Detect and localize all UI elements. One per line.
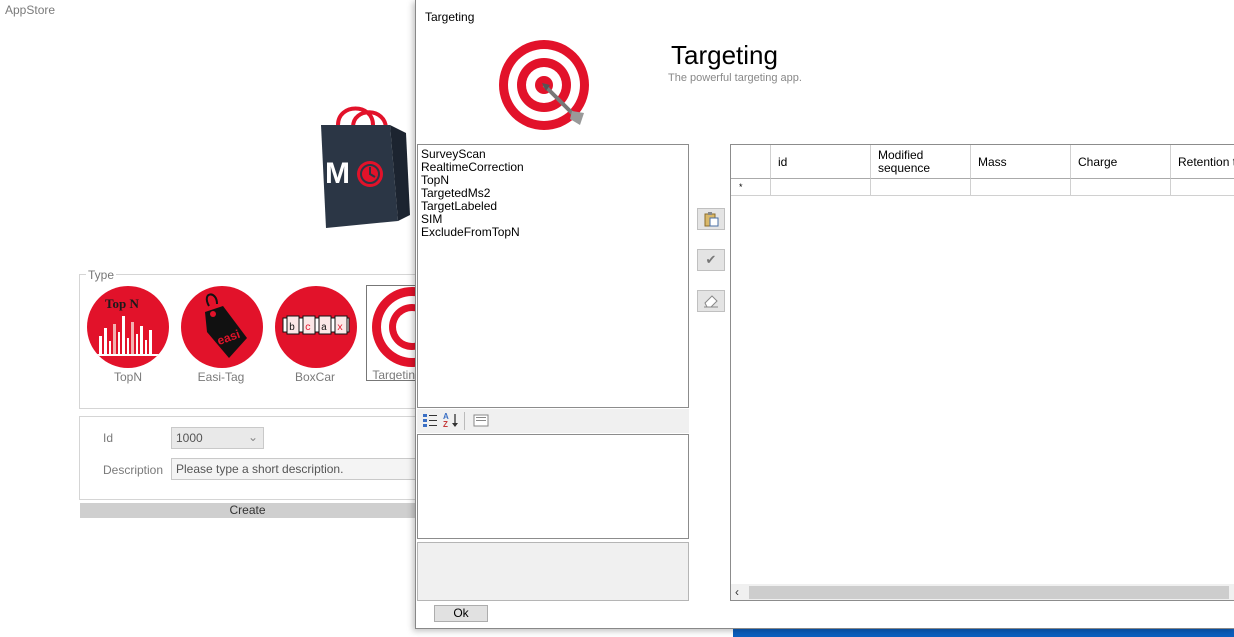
grid-cell[interactable] (871, 179, 971, 196)
svg-text:a: a (321, 323, 327, 334)
column-header[interactable]: id (771, 145, 871, 179)
column-header[interactable]: Retention time (1171, 145, 1234, 179)
ok-button[interactable]: Ok (434, 605, 488, 622)
list-item[interactable]: TargetLabeled (418, 200, 688, 213)
property-toolbar: AZ (417, 409, 689, 433)
id-combobox[interactable]: 1000 ⌄ (171, 427, 264, 449)
grid-cell[interactable] (1071, 179, 1171, 196)
tag-icon: easi (205, 293, 247, 358)
svg-text:b: b (289, 322, 295, 334)
clear-button[interactable] (697, 290, 725, 312)
topn-logo-text: Top N (105, 296, 139, 311)
grid-cell[interactable] (971, 179, 1071, 196)
new-row-marker: * (731, 179, 771, 196)
app-topn-label: TopN (113, 370, 142, 384)
column-header[interactable]: Mass (971, 145, 1071, 179)
property-grid[interactable] (417, 434, 689, 539)
svg-text:Z: Z (443, 420, 448, 428)
description-label: Description (103, 463, 164, 477)
appstore-logo: M (321, 106, 410, 228)
id-label: Id (103, 431, 114, 445)
method-list[interactable]: SurveyScan RealtimeCorrection TopN Targe… (417, 144, 689, 408)
property-pages-icon[interactable] (472, 412, 490, 430)
eraser-icon (704, 295, 718, 308)
categorized-icon[interactable] (421, 412, 439, 430)
topn-icon: Top N (97, 296, 159, 356)
paste-icon (704, 212, 719, 227)
type-group-label: Type (86, 268, 117, 282)
column-header[interactable]: Charge (1071, 145, 1171, 179)
horizontal-scrollbar[interactable]: ‹ (731, 584, 1234, 600)
targets-grid[interactable]: id Modified sequence Mass Charge Retenti… (730, 144, 1234, 601)
scroll-left-icon[interactable]: ‹ (735, 585, 739, 599)
dialog-subtitle: The powerful targeting app. (668, 72, 802, 84)
grid-cell[interactable] (771, 179, 871, 196)
app-targeting-tile[interactable]: Targeting (366, 285, 415, 381)
targeting-dialog: Targeting Targeting The powerful targeti… (415, 0, 1234, 629)
app-boxcar-label: BoxCar (294, 370, 335, 384)
dialog-title: Targeting (425, 10, 475, 24)
apply-button[interactable]: ✔ (697, 249, 725, 271)
boxcar-icon: b c a x (282, 315, 350, 335)
toolbar-divider (464, 412, 465, 430)
property-description-pane (417, 542, 689, 601)
logo-letter: M (325, 157, 350, 190)
window-title: AppStore (5, 3, 56, 17)
chevron-down-icon[interactable]: ⌄ (248, 430, 258, 444)
svg-text:x: x (337, 323, 343, 334)
sort-alphabetical-icon[interactable]: AZ (443, 412, 461, 430)
grid-row-header-corner (731, 145, 771, 179)
description-input[interactable]: Please type a short description. (171, 458, 416, 480)
app-easitag-label: Easi-Tag (197, 370, 245, 384)
dialog-heading: Targeting (671, 40, 778, 70)
grid-cell[interactable] (1171, 179, 1234, 196)
list-item[interactable]: ExcludeFromTopN (418, 226, 688, 239)
svg-text:c: c (305, 323, 311, 334)
id-value: 1000 (176, 431, 203, 445)
create-button[interactable]: Create (80, 503, 415, 518)
app-targeting-label: Targeting (372, 368, 415, 381)
scrollbar-thumb[interactable] (749, 586, 1229, 599)
check-icon: ✔ (705, 252, 717, 267)
list-item[interactable]: RealtimeCorrection (418, 161, 688, 174)
app-easitag-tile[interactable]: easi (181, 286, 263, 368)
app-topn-tile[interactable]: Top N (87, 286, 169, 368)
target-logo-icon (499, 40, 589, 130)
app-boxcar-tile[interactable]: b c a x (275, 286, 357, 368)
column-header[interactable]: Modified sequence (871, 145, 971, 179)
paste-button[interactable] (697, 208, 725, 230)
